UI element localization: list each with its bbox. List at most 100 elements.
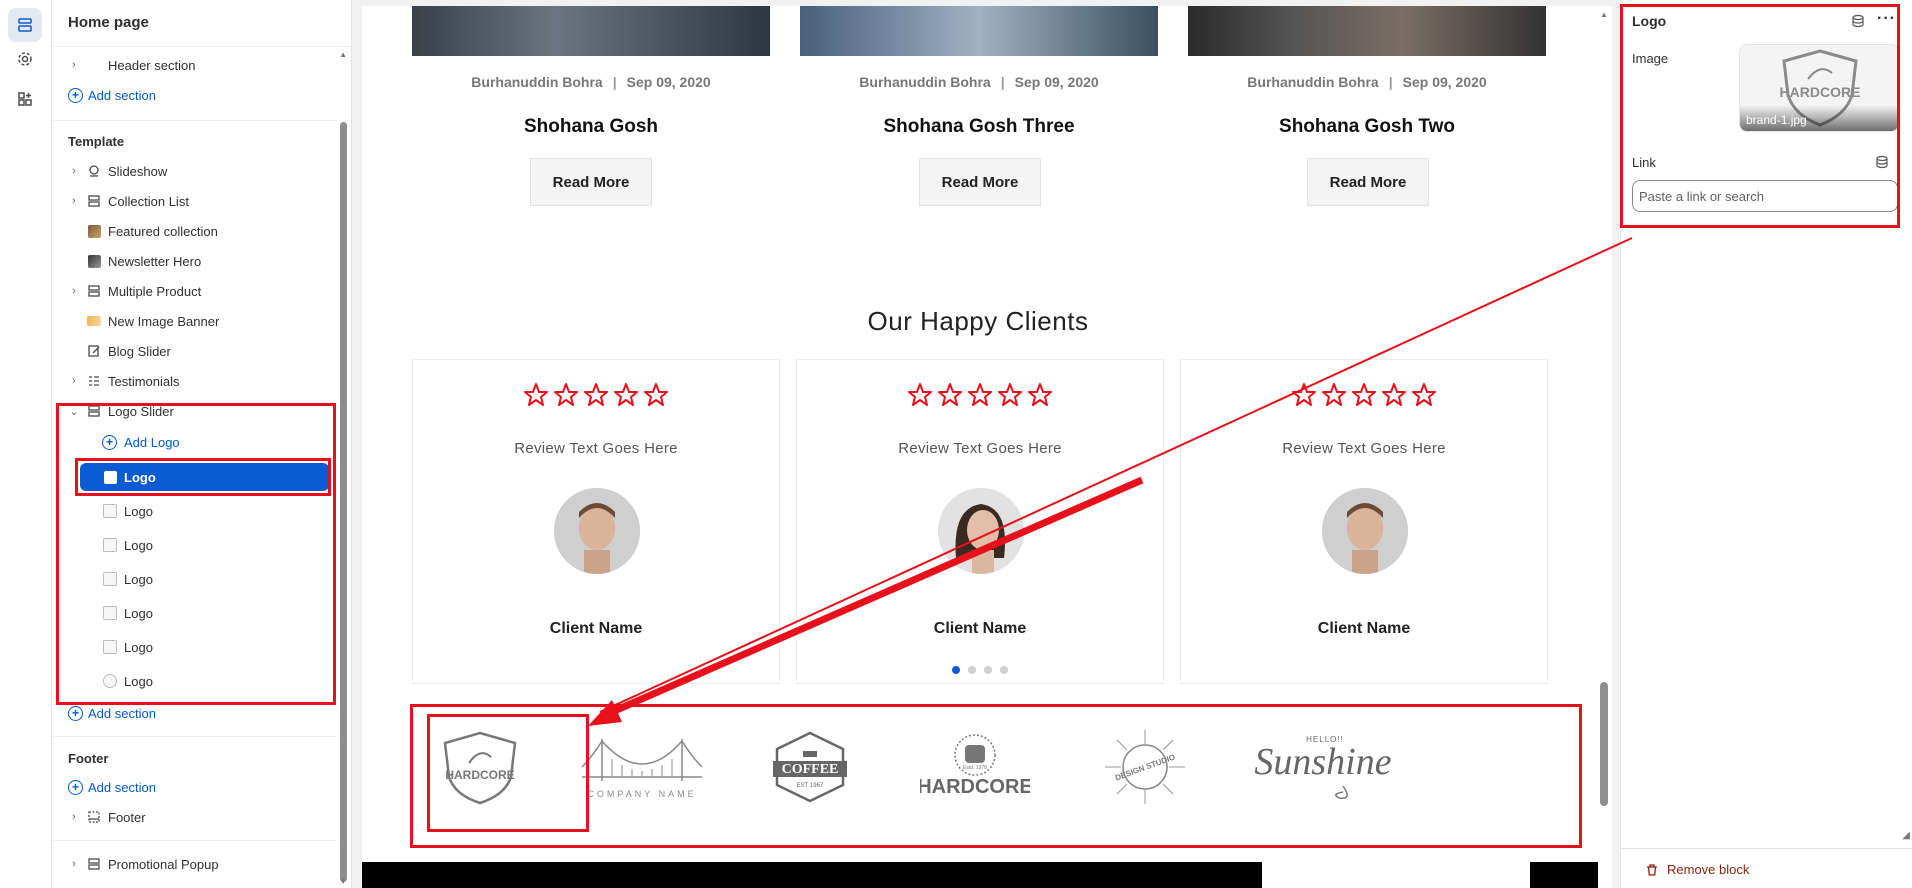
logo-coffee[interactable]: COFFEE EST 1967 <box>740 712 880 822</box>
meta-separator: | <box>612 74 617 90</box>
block-settings-panel: Logo ··· Image HARDCORE brand-1.jpg Link… <box>1620 0 1912 888</box>
logo-block-7[interactable]: Logo <box>52 668 337 694</box>
chevron-right-icon[interactable]: › <box>68 59 80 71</box>
sections-nav-button[interactable] <box>8 8 42 42</box>
dynamic-source-icon[interactable] <box>1851 14 1865 28</box>
image-filename: brand-1.jpg <box>1740 105 1898 131</box>
post-date: Sep 09, 2020 <box>1014 74 1099 90</box>
logo-design-studio[interactable]: DESIGN STUDIO <box>1070 712 1220 822</box>
read-more-button[interactable]: Read More <box>1307 158 1429 206</box>
dynamic-source-icon[interactable] <box>1875 155 1889 169</box>
meta-separator: | <box>1000 74 1005 90</box>
coffee-logo-icon: COFFEE EST 1967 <box>773 731 847 803</box>
read-more-button[interactable]: Read More <box>919 158 1041 206</box>
scroll-up-arrow[interactable]: ▲ <box>339 50 347 59</box>
carousel-dot[interactable] <box>984 666 992 674</box>
add-footer-section-button[interactable]: + Add section <box>52 774 337 800</box>
add-section-label: Add section <box>88 87 156 103</box>
chevron-right-icon[interactable]: › <box>68 285 80 297</box>
logo-thumbnail-icon <box>102 639 118 655</box>
apps-nav-button[interactable] <box>8 82 42 116</box>
svg-text:EST 1967: EST 1967 <box>797 783 824 789</box>
chevron-right-icon[interactable]: › <box>68 858 80 870</box>
blog-post-title[interactable]: Shohana Gosh <box>412 116 770 138</box>
sidebar-item-promotional-popup[interactable]: › Promotional Popup <box>52 851 337 877</box>
logo-block-label: Logo <box>124 639 153 655</box>
carousel-dot[interactable] <box>1000 666 1008 674</box>
chevron-right-icon[interactable]: › <box>68 165 80 177</box>
post-author: Burhanuddin Bohra <box>859 74 991 90</box>
logo-sunshine[interactable]: HELLO!! Sunshine <box>1238 712 1408 822</box>
sunshine-logo-icon: HELLO!! Sunshine <box>1254 735 1392 799</box>
sidebar-item-footer[interactable]: › Footer <box>52 804 337 830</box>
add-logo-button[interactable]: + Add Logo <box>52 429 337 455</box>
preview-scrollbar-thumb[interactable] <box>1600 682 1608 806</box>
svg-text:HARDCORE: HARDCORE <box>920 776 1030 798</box>
svg-text:COFFEE: COFFEE <box>782 762 839 777</box>
chevron-down-icon[interactable]: ⌄ <box>68 405 80 418</box>
logo-hardcore-shield[interactable]: HARDCORE <box>410 712 550 822</box>
blog-post-title[interactable]: Shohana Gosh Two <box>1188 116 1546 138</box>
carousel-dot[interactable] <box>952 666 960 674</box>
sidebar-item-blog-slider[interactable]: Blog Slider <box>52 338 337 364</box>
logo-block-5[interactable]: Logo <box>52 600 337 626</box>
sidebar-item-collection-list[interactable]: › Collection List <box>52 188 337 214</box>
sidebar-item-logo-slider[interactable]: ⌄ Logo Slider <box>52 398 337 424</box>
scroll-up-arrow[interactable]: ▲ <box>1600 10 1608 19</box>
sidebar-scrollbar-thumb[interactable] <box>340 122 347 882</box>
logo-block-2[interactable]: Logo <box>52 498 337 524</box>
logo-block-3[interactable]: Logo <box>52 532 337 558</box>
blog-post-image[interactable] <box>1188 6 1546 56</box>
sidebar-item-label: Slideshow <box>108 163 168 179</box>
chevron-right-icon[interactable]: › <box>68 375 80 387</box>
sidebar-item-header-section[interactable]: › Header section <box>52 52 337 78</box>
more-options-icon[interactable]: ··· <box>1877 10 1896 28</box>
sidebar-item-new-image-banner[interactable]: New Image Banner <box>52 308 337 334</box>
sidebar-item-slideshow[interactable]: › Slideshow <box>52 158 337 184</box>
logo-hardcore-fist[interactable]: Estd. 1978 HARDCORE <box>900 712 1050 822</box>
read-more-button[interactable]: Read More <box>530 158 652 206</box>
plus-circle-icon: + <box>68 779 83 795</box>
logo-block-4[interactable]: Logo <box>52 566 337 592</box>
add-section-button[interactable]: + Add section <box>52 700 337 726</box>
remove-block-button[interactable]: Remove block <box>1645 862 1749 877</box>
add-section-button[interactable]: + Add section <box>52 82 337 108</box>
link-input[interactable] <box>1632 180 1898 212</box>
divider <box>52 840 337 841</box>
logo-block-1[interactable]: Logo <box>80 463 329 491</box>
testimonial-card: Review Text Goes Here Client Name <box>1180 359 1548 684</box>
logo-block-6[interactable]: Logo <box>52 634 337 660</box>
avatar <box>938 488 1024 574</box>
star-icon <box>554 383 578 406</box>
review-text: Review Text Goes Here <box>898 440 1062 457</box>
banner-icon <box>86 313 102 329</box>
add-section-label: Add section <box>88 705 156 721</box>
star-icon <box>524 383 548 406</box>
logo-block-label: Logo <box>124 469 156 485</box>
sidebar-item-multiple-product[interactable]: › Multiple Product <box>52 278 337 304</box>
post-date: Sep 09, 2020 <box>626 74 711 90</box>
blog-post-image[interactable] <box>800 6 1158 56</box>
star-icon <box>908 383 932 406</box>
logo-thumbnail-icon <box>102 571 118 587</box>
sidebar-item-newsletter-hero[interactable]: Newsletter Hero <box>52 248 337 274</box>
sidebar-item-featured-collection[interactable]: Featured collection <box>52 218 337 244</box>
logo-company-bridge[interactable]: COMPANY NAME <box>562 712 722 822</box>
sidebar-item-label: Newsletter Hero <box>108 253 202 269</box>
blog-post-title[interactable]: Shohana Gosh Three <box>800 116 1158 138</box>
blog-post-image[interactable] <box>412 6 770 56</box>
logo-thumbnail-icon <box>102 605 118 621</box>
sidebar-item-label: Blog Slider <box>108 343 171 359</box>
chevron-right-icon[interactable]: › <box>68 195 80 207</box>
testimonial-card: Review Text Goes Here Client Name <box>412 359 780 684</box>
chevron-right-icon[interactable]: › <box>68 811 80 823</box>
star-icon <box>938 383 962 406</box>
svg-text:HARDCORE: HARDCORE <box>1780 84 1861 100</box>
image-picker[interactable]: HARDCORE brand-1.jpg <box>1739 44 1899 132</box>
settings-nav-button[interactable] <box>8 42 42 76</box>
fist-logo-icon: Estd. 1978 HARDCORE <box>920 734 1030 798</box>
scroll-down-arrow[interactable]: ▼ <box>339 877 347 886</box>
carousel-dot[interactable] <box>968 666 976 674</box>
sidebar-item-testimonials[interactable]: › Testimonials <box>52 368 337 394</box>
testimonial-card: Review Text Goes Here Client Name <box>796 359 1164 684</box>
